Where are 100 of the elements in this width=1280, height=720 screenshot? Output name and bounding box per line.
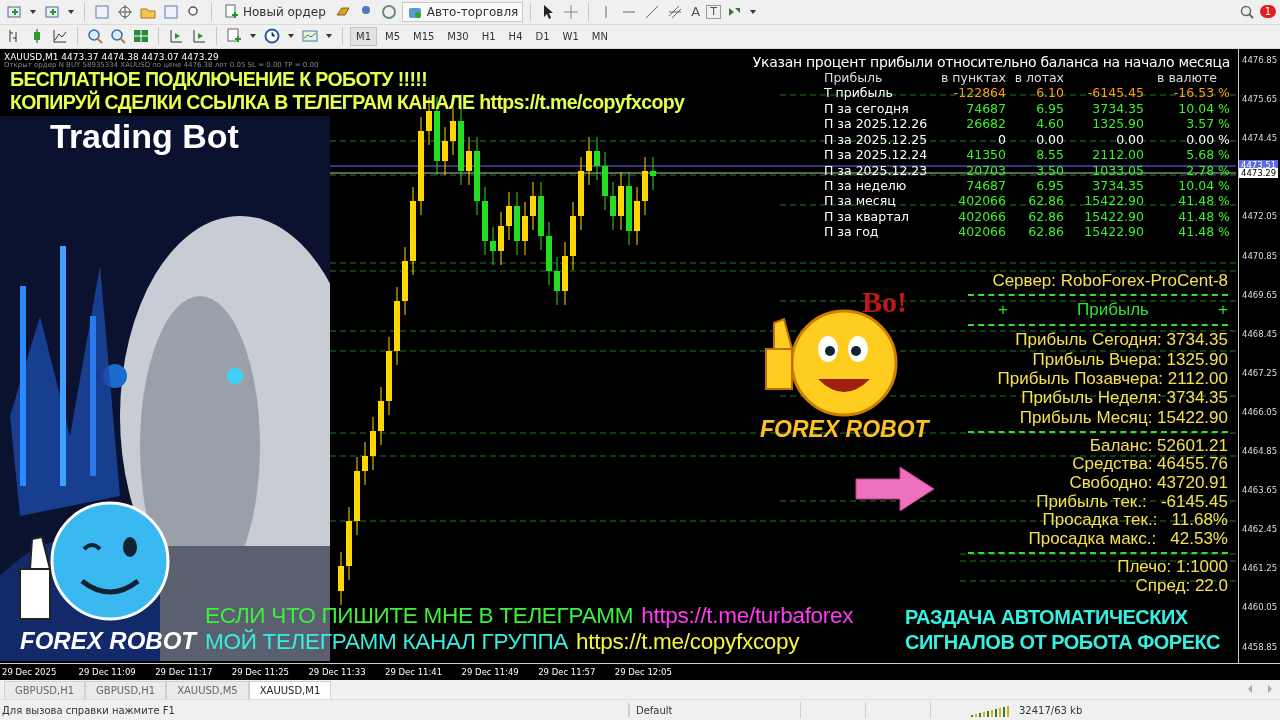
telegram-link[interactable]: https://t.me/copyfxcopy [576, 629, 800, 655]
text-tool[interactable]: T [706, 4, 721, 19]
timeframe-button[interactable]: M30 [442, 27, 474, 45]
timeframe-button[interactable]: M1 [350, 26, 377, 46]
chart-header: XAUUSD,M1 4473.37 4474.38 4473.07 4473.29 [4, 52, 219, 63]
candle [402, 246, 408, 316]
column-header: в пунктах [940, 70, 1006, 86]
candle [610, 181, 616, 231]
column-header: в валюте [1156, 70, 1218, 86]
candle [362, 441, 368, 486]
account-line: Баланс: 52601.21 [1089, 436, 1228, 456]
candle [562, 241, 568, 306]
candle [642, 156, 648, 216]
text-tool[interactable]: A [688, 4, 704, 20]
timeframe-button[interactable]: M5 [380, 27, 405, 45]
telegram-link[interactable]: https://t.me/turbaforex [641, 603, 854, 629]
table-cell-text: 62.86 [1027, 208, 1064, 225]
account-line: Средства: 46455.76 [1072, 455, 1228, 475]
plus-mark: + [1218, 300, 1228, 321]
profit-line: Прибыль Месяц: 15422.90 [1019, 407, 1228, 427]
time-label: 29 Dec 11:33 [307, 666, 367, 677]
table-cell-text: 5.68 % [1185, 147, 1230, 163]
candle [338, 551, 344, 606]
dropdown-caret-icon[interactable] [68, 9, 74, 14]
chart-tab[interactable]: GBPUSD,H1 [4, 681, 86, 700]
time-label: 29 Dec 12:05 [613, 666, 673, 677]
timeframe-button[interactable]: M15 [408, 27, 440, 45]
account-line: Свободно: 43720.91 [1069, 474, 1228, 493]
table-cell-text: 1325.90 [1091, 116, 1144, 132]
chart-tab[interactable]: GBPUSD,H1 [85, 681, 167, 700]
table-cell-text: 402066 [957, 224, 1006, 240]
table-cell-text: 15422.90 [1083, 208, 1144, 225]
autotrading-button[interactable]: Авто-торговля [401, 1, 524, 22]
dropdown-caret-icon[interactable] [288, 34, 294, 39]
table-cell-text: 74687 [965, 100, 1006, 117]
candle [466, 136, 472, 186]
account-line: Плечо: 1:1000 [1117, 558, 1228, 577]
signals-text: РАЗДАЧА АВТОМАТИЧЕСКИХ [905, 605, 1189, 631]
candle [490, 226, 496, 266]
promo-title: Trading Bot [50, 117, 239, 157]
table-cell-text: 4.60 [1035, 116, 1064, 132]
table-cell-text: 41350 [965, 147, 1006, 163]
table-cell-text: 41.48 % [1177, 193, 1230, 209]
table-cell-text: 10.04 % [1177, 100, 1230, 117]
table-cell-text: П за сегодня [824, 100, 910, 117]
price-label: 4469.65 [1242, 289, 1278, 300]
chart-tab[interactable]: XAUUSD,M5 [166, 681, 249, 700]
price-label: 4476.85 [1242, 55, 1278, 66]
scroll-left-icon[interactable] [1248, 685, 1252, 694]
robot-caption: FOREX ROBOT [760, 416, 929, 444]
timeframe-button[interactable]: D1 [530, 27, 555, 45]
plus-mark: + [998, 300, 1008, 321]
table-cell-text: 0 [997, 131, 1006, 148]
timeframe-button[interactable]: H1 [476, 27, 501, 45]
candle [482, 186, 488, 256]
table-cell-text: 74687 [965, 177, 1006, 194]
right-arrow-icon [854, 465, 936, 514]
table-cell-text: Т прибыль [824, 85, 894, 101]
time-label: 29 Dec 2025 [1, 666, 58, 677]
candle [498, 211, 504, 266]
account-line: Спред: 22.0 [1135, 577, 1228, 596]
candle [442, 126, 448, 176]
timeframe-button[interactable]: MN [586, 27, 613, 45]
notification-badge[interactable]: 1 [1259, 5, 1276, 19]
signals-text: СИГНАЛОВ ОТ РОБОТА ФОРЕКС [905, 630, 1220, 656]
dropdown-caret-icon[interactable] [30, 9, 36, 14]
dropdown-caret-icon[interactable] [326, 34, 332, 39]
table-cell-text: 1033.05 [1091, 162, 1144, 178]
status-text: Default [629, 704, 736, 716]
table-cell-text: 15422.90 [1083, 224, 1144, 240]
price-label: 4461.25 [1242, 563, 1278, 574]
account-line: Просадка тек.: 11.68% [1042, 511, 1228, 530]
table-cell-text: П за месяц [824, 193, 897, 209]
price-label: 4466.05 [1242, 406, 1278, 417]
chart-tab[interactable]: XAUUSD,M1 [248, 681, 332, 700]
dropdown-caret-icon[interactable] [749, 9, 756, 14]
server-label: Сервер: RoboForex-ProCent-8 [992, 271, 1228, 291]
table-cell-text: П за год [824, 224, 880, 240]
table-cell-text: 3734.35 [1091, 100, 1144, 117]
table-cell-text: 2112.00 [1091, 147, 1144, 163]
banner-text: КОПИРУЙ СДЕЛКИ ССЫЛКА В ТЕЛЕГРАМ КАНАЛЕ https://t.me/copyfxcopy [10, 91, 685, 115]
price-label: 4460.05 [1242, 602, 1278, 613]
robot-caption: FOREX ROBOT [20, 627, 196, 656]
table-cell-text: 6.95 [1035, 100, 1064, 117]
candle [586, 136, 592, 186]
profit-line: Прибыль Позавчера: 2112.00 [997, 368, 1228, 389]
price-label: 4463.65 [1242, 485, 1278, 496]
table-cell-text: 0.00 [1115, 131, 1144, 148]
scroll-right-icon[interactable] [1268, 685, 1272, 694]
dropdown-caret-icon[interactable] [250, 34, 256, 39]
table-cell-text: П за квартал [824, 208, 911, 225]
price-label: 4464.85 [1242, 446, 1278, 457]
new-order-button[interactable]: Новый ордер [219, 1, 330, 22]
profit-line: Прибыль Неделя: 3734.35 [1021, 388, 1228, 408]
timeframe-button[interactable]: W1 [557, 27, 584, 45]
table-cell-text: 402066 [957, 208, 1006, 225]
timeframe-button[interactable]: H4 [503, 27, 528, 45]
table-cell-text: 3.50 [1035, 162, 1064, 178]
table-cell-text: 26682 [965, 116, 1006, 132]
candle [554, 256, 560, 306]
